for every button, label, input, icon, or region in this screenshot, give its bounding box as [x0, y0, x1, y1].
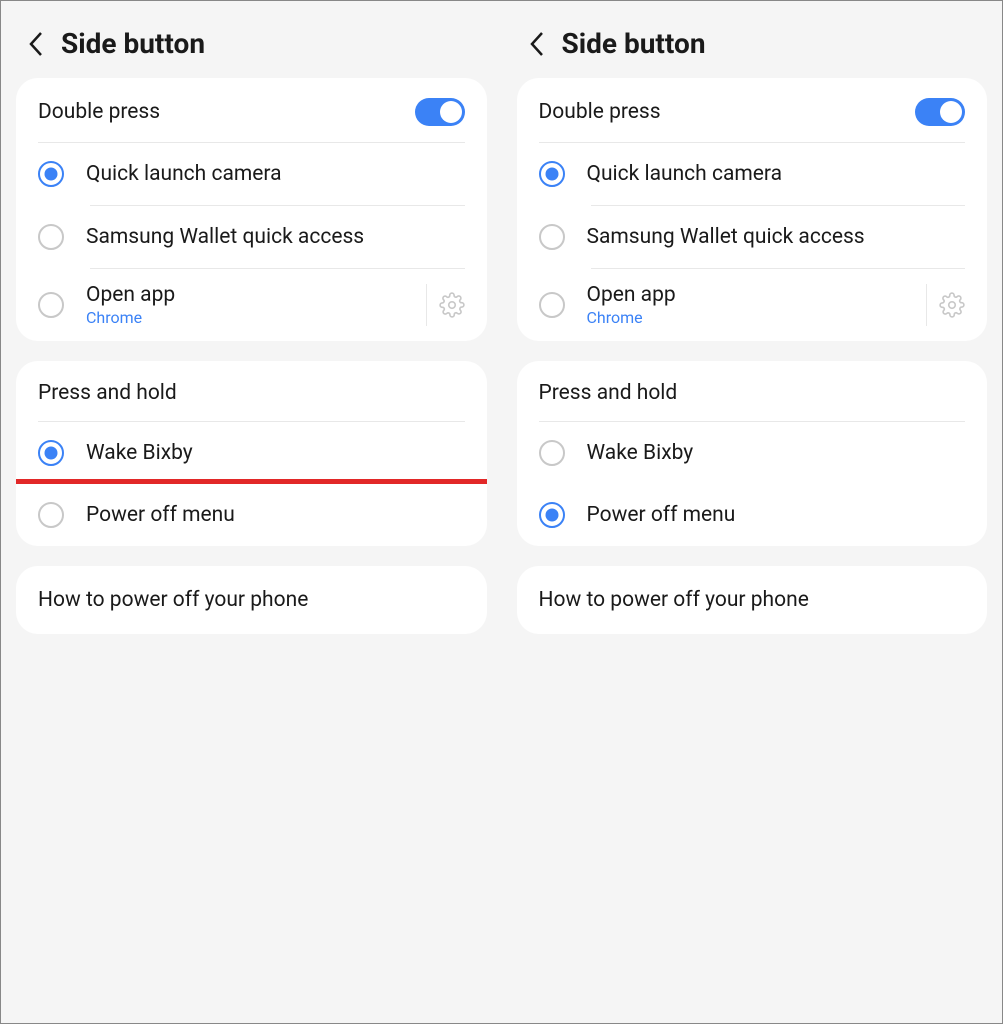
option-sublabel: Chrome: [86, 308, 420, 327]
option-sublabel: Chrome: [587, 308, 921, 327]
gear-icon[interactable]: [939, 292, 965, 318]
gear-wrap: [926, 284, 965, 326]
double-press-toggle[interactable]: [415, 98, 465, 126]
page-title: Side button: [61, 27, 205, 60]
press-hold-header: Press and hold: [16, 361, 487, 421]
back-button[interactable]: [522, 29, 552, 59]
option-label: Samsung Wallet quick access: [86, 225, 465, 249]
double-press-card: Double press Quick launch camera Samsung…: [16, 78, 487, 341]
option-label: Quick launch camera: [86, 162, 465, 186]
radio-icon: [539, 224, 565, 250]
settings-screen-left: Side button Double press Quick launch ca…: [1, 1, 502, 1023]
double-press-header: Double press: [16, 78, 487, 142]
option-samsung-wallet[interactable]: Samsung Wallet quick access: [517, 206, 988, 268]
option-power-off-menu[interactable]: Power off menu: [16, 479, 487, 546]
back-button[interactable]: [21, 29, 51, 59]
option-quick-launch-camera[interactable]: Quick launch camera: [16, 143, 487, 205]
press-hold-card: Press and hold Wake Bixby Power off menu: [517, 361, 988, 546]
back-icon: [529, 31, 545, 57]
double-press-header: Double press: [517, 78, 988, 142]
double-press-toggle[interactable]: [915, 98, 965, 126]
header: Side button: [1, 1, 502, 78]
press-hold-header: Press and hold: [517, 361, 988, 421]
option-label: Open app: [587, 283, 921, 307]
option-wake-bixby[interactable]: Wake Bixby: [16, 422, 487, 484]
radio-icon: [38, 502, 64, 528]
press-hold-card: Press and hold Wake Bixby Power off menu: [16, 361, 487, 546]
double-press-card: Double press Quick launch camera Samsung…: [517, 78, 988, 341]
option-label: Power off menu: [587, 503, 966, 527]
option-label: Open app: [86, 283, 420, 307]
option-power-off-menu[interactable]: Power off menu: [517, 484, 988, 546]
link-text: How to power off your phone: [539, 588, 966, 612]
option-samsung-wallet[interactable]: Samsung Wallet quick access: [16, 206, 487, 268]
section-label: Press and hold: [38, 381, 177, 405]
option-label: Wake Bixby: [86, 441, 465, 465]
radio-icon: [539, 440, 565, 466]
back-icon: [28, 31, 44, 57]
option-label: Quick launch camera: [587, 162, 966, 186]
link-text: How to power off your phone: [38, 588, 465, 612]
option-label: Samsung Wallet quick access: [587, 225, 966, 249]
option-label: Wake Bixby: [587, 441, 966, 465]
radio-icon: [38, 440, 64, 466]
radio-icon: [539, 502, 565, 528]
section-label: Double press: [539, 100, 661, 124]
option-quick-launch-camera[interactable]: Quick launch camera: [517, 143, 988, 205]
option-open-app[interactable]: Open app Chrome: [16, 269, 487, 341]
how-to-power-off-link[interactable]: How to power off your phone: [16, 566, 487, 634]
radio-icon: [38, 292, 64, 318]
gear-icon[interactable]: [439, 292, 465, 318]
section-label: Press and hold: [539, 381, 678, 405]
option-label: Power off menu: [86, 503, 465, 527]
gear-wrap: [426, 284, 465, 326]
settings-screen-right: Side button Double press Quick launch ca…: [502, 1, 1003, 1023]
how-to-power-off-link[interactable]: How to power off your phone: [517, 566, 988, 634]
radio-icon: [539, 292, 565, 318]
radio-icon: [38, 161, 64, 187]
page-title: Side button: [562, 27, 706, 60]
option-wake-bixby[interactable]: Wake Bixby: [517, 422, 988, 484]
header: Side button: [502, 1, 1003, 78]
section-label: Double press: [38, 100, 160, 124]
radio-icon: [539, 161, 565, 187]
radio-icon: [38, 224, 64, 250]
option-open-app[interactable]: Open app Chrome: [517, 269, 988, 341]
